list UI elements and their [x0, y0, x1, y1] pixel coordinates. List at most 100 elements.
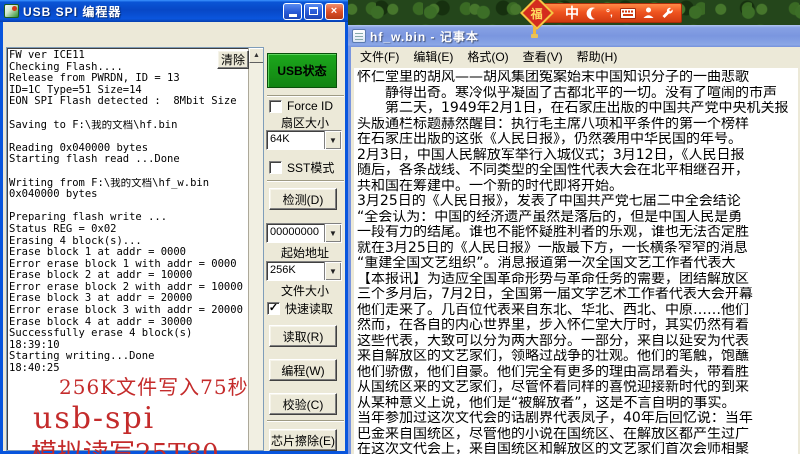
text-line: 怀仁堂里的胡风——胡风集团冤案始末中国知识分子的一曲悲歌 — [357, 70, 749, 85]
annotation-usb-spi: usb-spi — [33, 401, 156, 436]
file-size-select[interactable]: 256K ▼ — [266, 261, 342, 281]
dropdown-arrow-icon[interactable]: ▼ — [324, 131, 341, 149]
notepad-app-icon — [352, 29, 366, 43]
chinese-mode-button[interactable]: 中 — [565, 3, 579, 23]
desktop-background: USB SPI 编程器 × FW ver ICE11 Checking Flash… — [0, 0, 800, 454]
text-line: 在石家庄出版的这张《人民日报》，仍然袭用中华民国的年号。 — [357, 132, 742, 147]
sector-size-value: 64K — [270, 133, 290, 145]
text-line: 他们骄傲，他们自豪。他们完全有更多的理由高昂着头，带着胜 — [357, 364, 749, 380]
sector-size-label: 扇区大小 — [280, 116, 329, 130]
file-size-value: 256K — [270, 264, 296, 276]
programmer-titlebar[interactable]: USB SPI 编程器 × — [0, 0, 348, 22]
sst-mode-checkbox-row[interactable]: SST模式 — [269, 159, 334, 176]
file-size-label: 文件大小 — [280, 284, 329, 298]
log-line: Starting flash read ...Done — [9, 154, 180, 166]
force-id-checkbox[interactable] — [269, 99, 282, 113]
start-address-select[interactable]: 00000000 ▼ — [266, 223, 342, 243]
usb-spi-programmer-window: USB SPI 编程器 × FW ver ICE11 Checking Flash… — [0, 0, 348, 454]
notepad-window-body: 文件(F) 编辑(E) 格式(O) 查看(V) 帮助(H) 怀仁堂里的胡风——胡风集团冤… — [348, 47, 800, 454]
verify-button[interactable]: 校验(C) — [269, 393, 337, 415]
scroll-up-icon[interactable]: ▲ — [249, 48, 263, 63]
menu-item[interactable]: 格式(O) — [460, 47, 515, 66]
maximize-button[interactable] — [304, 2, 323, 20]
log-line: Erase block 4 at addr = 30000 — [9, 316, 193, 328]
language-bar[interactable]: 福 中 °, — [520, 0, 682, 38]
log-scrollbar[interactable]: ▲ — [248, 48, 263, 450]
text-line: 静得出奇。寒冷似乎凝固了古都北平的一切。没有了喧闹的市声 — [357, 85, 777, 101]
separator — [267, 180, 344, 182]
text-line: 2月3日，中国人民解放军举行入城仪式；3月12日，《人民日报 — [357, 147, 745, 163]
programmer-window-body: FW ver ICE11 Checking Flash.... Release fr… — [0, 22, 348, 454]
log-line: Release from PWRDN, ID = 13 — [9, 73, 180, 85]
notepad-titlebar[interactable]: hf_w.bin - 记事本 — [348, 25, 800, 47]
annotation-write-speed: 256K文件写入75秒 — [59, 375, 249, 399]
force-id-checkbox-row[interactable]: Force ID — [269, 99, 333, 113]
punctuation-mode-button[interactable]: °, — [606, 8, 613, 19]
log-line: FW ver ICE11 — [9, 50, 85, 61]
menu-item[interactable]: 查看(V) — [516, 47, 570, 66]
fast-read-checkbox-row[interactable]: ✓ 快速读取 — [267, 300, 333, 317]
text-line: 三个多月后，7月2日，全国第一届文学艺术工作者代表大会开幕 — [357, 287, 753, 302]
notepad-menubar: 文件(F) 编辑(E) 格式(O) 查看(V) 帮助(H) — [351, 47, 800, 65]
log-line: Preparing flash write ... — [9, 212, 168, 224]
log-line: ID=1C Type=51 Size=14 — [9, 84, 142, 96]
log-line: Reading 0x040000 bytes — [9, 142, 149, 154]
text-line: 来自解放区的文艺家们，领略过战争的壮观。他们的笔触，饱蘸 — [357, 349, 749, 364]
log-line: Error erase block 2 with addr = 10000 — [9, 281, 243, 293]
sst-mode-checkbox[interactable] — [269, 161, 282, 174]
text-line: 从国统区来的文艺家们，尽管怀着同样的喜悦迎接新时代的到来 — [357, 380, 749, 395]
separator — [267, 420, 344, 422]
text-line: 第二天，1949年2月1日，在石家庄出版的中国共产党中央机关报 — [357, 101, 789, 116]
keyboard-icon[interactable] — [619, 7, 636, 19]
person-icon[interactable] — [643, 7, 654, 19]
log-line: 0x040000 bytes — [9, 189, 98, 201]
text-line: 当年参加过这次文代会的话剧界代表凤子，40年后回忆说：当年 — [357, 411, 753, 426]
log-line: Erase block 2 at addr = 10000 — [9, 270, 193, 282]
log-line: 18:39:10 — [9, 339, 60, 351]
clear-log-button[interactable]: 清除 — [217, 50, 249, 69]
start-address-value: 00000000 — [270, 226, 319, 238]
notepad-window-title: hf_w.bin - 记事本 — [370, 29, 479, 44]
fast-read-checkbox-checked[interactable]: ✓ — [267, 302, 280, 315]
text-line: 共和国在筹建中。一个新的时代即将开始。 — [357, 178, 623, 194]
log-line: Checking Flash.... — [9, 61, 123, 73]
notepad-text-area[interactable]: 怀仁堂里的胡风——胡风集团冤案始末中国知识分子的一曲悲歌 静得出奇。寒冷似乎凝固… — [354, 68, 798, 454]
program-button[interactable]: 编程(W) — [269, 359, 337, 381]
text-line: “全会认为：中国的经济遗产虽然是落后的，但是中国人民是勇 — [357, 209, 743, 225]
log-line: Writing from F:\我的文档\hf_w.bin — [9, 177, 210, 189]
usb-status-indicator[interactable]: USB状态 — [267, 53, 337, 88]
text-line: 【本报讯】为适应全国革命形势与革命任务的需要，团结解放区 — [357, 271, 749, 287]
text-line: 他们走来了。几百位代表来自东北、华北、西北、中原……他们 — [357, 302, 749, 318]
sst-mode-label: SST模式 — [287, 161, 335, 175]
text-line: 一段有力的结尾。谁也不能怀疑胜利者的乐观，谁也无法否定胜 — [357, 225, 749, 240]
wrench-icon[interactable] — [661, 7, 674, 20]
fast-read-label: 快速读取 — [285, 302, 334, 316]
sector-size-select[interactable]: 64K ▼ — [266, 130, 342, 150]
log-line: Erase block 3 at addr = 20000 — [9, 293, 193, 305]
text-line: 从某种意义上说，他们是“被解放者”，这是不言自明的事实。 — [357, 395, 736, 411]
minimize-button[interactable] — [283, 2, 302, 20]
log-line: Error erase block 3 with addr = 20000 — [9, 305, 243, 317]
separator — [267, 95, 344, 97]
detect-button[interactable]: 检测(D) — [269, 188, 337, 210]
log-line: EON SPI Flash detected : 8Mbit Size — [9, 96, 237, 108]
log-line: Saving to F:\我的文档\hf.bin — [9, 119, 178, 131]
chip-erase-button[interactable]: 芯片擦除(E) — [269, 429, 337, 451]
dropdown-arrow-icon[interactable]: ▼ — [324, 262, 341, 280]
read-button[interactable]: 读取(R) — [269, 325, 337, 347]
close-button[interactable]: × — [325, 2, 344, 20]
moon-icon[interactable] — [586, 7, 599, 20]
menu-item[interactable]: 编辑(E) — [406, 47, 460, 66]
menu-item[interactable]: 帮助(H) — [570, 47, 625, 66]
dropdown-arrow-icon[interactable]: ▼ — [324, 224, 341, 242]
text-line: 随后，各条战线、不同类型的全国性代表大会在北平相继召开， — [357, 163, 749, 178]
text-line: 3月25日的《人民日报》，发表了中国共产党七届二中全会结论 — [357, 194, 741, 209]
fu-ornament-tassel — [531, 27, 538, 38]
programmer-app-icon — [4, 4, 19, 18]
menu-item[interactable]: 文件(F) — [353, 47, 406, 66]
notepad-window: hf_w.bin - 记事本 文件(F) 编辑(E) 格式(O) 查看(V) 帮助(H)… — [348, 25, 800, 454]
